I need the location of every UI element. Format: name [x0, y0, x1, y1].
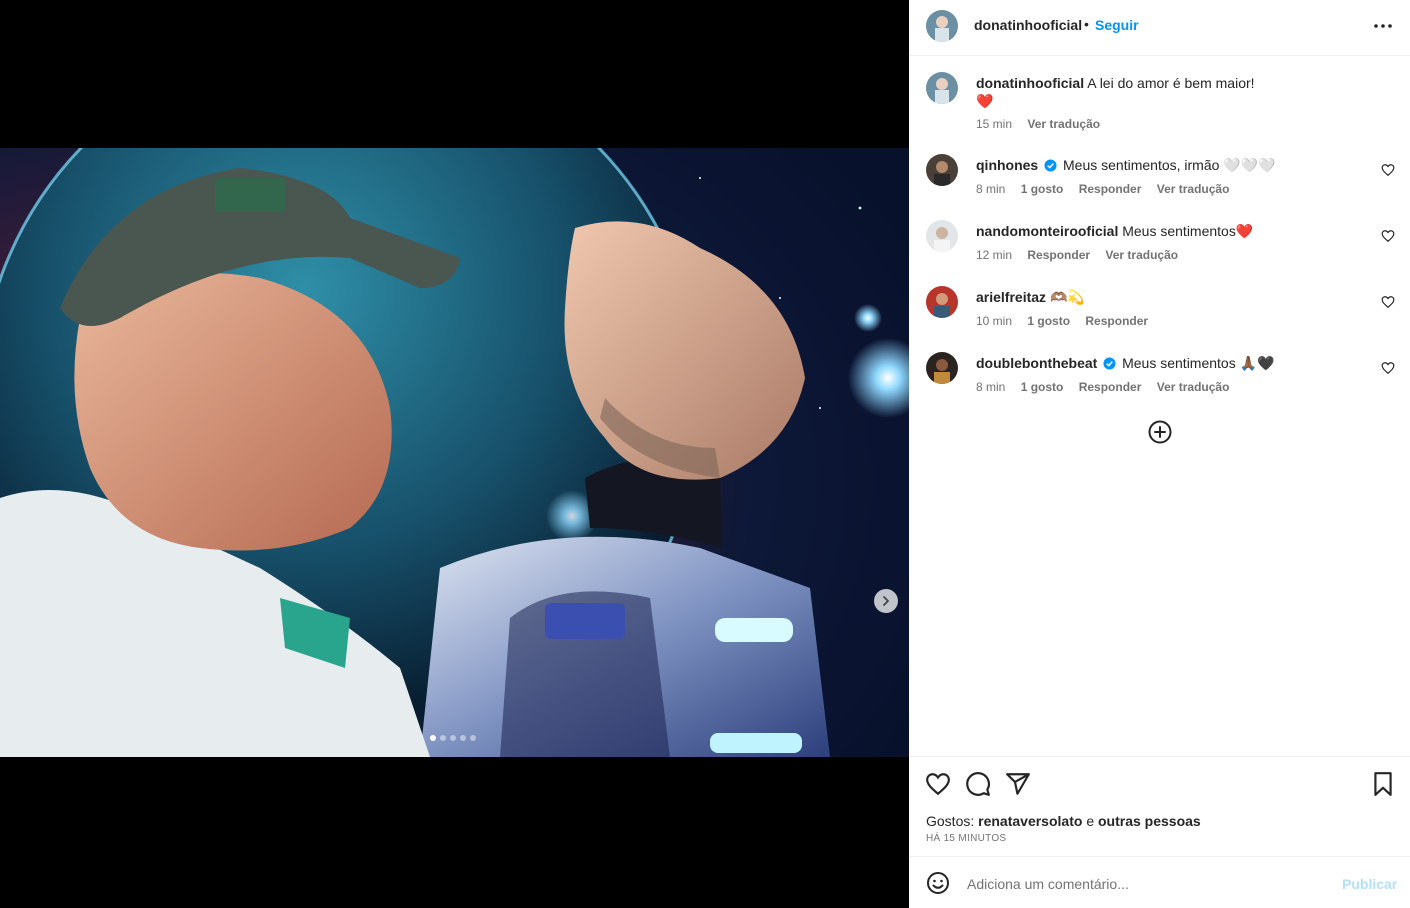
more-icon: [1374, 24, 1392, 28]
heart-icon[interactable]: [1381, 163, 1395, 177]
likes-user-link[interactable]: renataversolato: [978, 813, 1082, 829]
heart-icon[interactable]: [925, 771, 951, 797]
carousel-dot: [450, 735, 456, 741]
post-media: [0, 0, 909, 908]
comment-time[interactable]: 12 min: [976, 248, 1012, 262]
comment-username[interactable]: arielfreitaz: [976, 289, 1046, 305]
comment-input[interactable]: [965, 871, 1329, 897]
post-timestamp[interactable]: HÁ 15 MINUTOS: [926, 833, 1006, 844]
verified-icon: [1103, 357, 1116, 370]
likes-others-link[interactable]: outras pessoas: [1098, 813, 1201, 829]
post-photo[interactable]: [0, 148, 909, 757]
likes-connector: e: [1086, 813, 1095, 829]
comment-composer: Publicar: [909, 856, 1410, 908]
post-side-panel: donatinhooficial • Seguir donatinhoofici…: [909, 0, 1410, 908]
reply-button[interactable]: Responder: [1085, 314, 1148, 328]
bookmark-icon[interactable]: [1370, 771, 1396, 797]
translate-button[interactable]: Ver tradução: [1105, 248, 1178, 262]
verified-icon: [1044, 159, 1057, 172]
comment-meta: 12 min Responder Ver tradução: [976, 248, 1190, 262]
avatar[interactable]: [926, 10, 958, 42]
avatar[interactable]: [926, 352, 958, 384]
carousel-dot: [430, 735, 436, 741]
comment-likes[interactable]: 1 gosto: [1021, 380, 1064, 394]
comment-text: arielfreitaz 🫶🏽💫: [976, 288, 1366, 306]
more-options-button[interactable]: [1371, 16, 1395, 36]
carousel-indicators: [430, 735, 476, 741]
avatar[interactable]: [926, 72, 958, 104]
publish-button[interactable]: Publicar: [1342, 876, 1397, 892]
comment-body: Meus sentimentos 🙏🏾🖤: [1122, 355, 1275, 371]
carousel-dot: [470, 735, 476, 741]
carousel-next-button[interactable]: [874, 589, 898, 613]
caption-translate-button[interactable]: Ver tradução: [1027, 117, 1100, 131]
comment-time[interactable]: 8 min: [976, 380, 1005, 394]
comment-meta: 10 min 1 gosto Responder: [976, 314, 1160, 328]
comment-likes[interactable]: 1 gosto: [1021, 182, 1064, 196]
caption-username[interactable]: donatinhooficial: [976, 75, 1084, 91]
translate-button[interactable]: Ver tradução: [1157, 182, 1230, 196]
reply-button[interactable]: Responder: [1027, 248, 1090, 262]
comments-list: donatinhooficial A lei do amor é bem mai…: [909, 56, 1410, 756]
comment-username[interactable]: qinhones: [976, 157, 1038, 173]
avatar[interactable]: [926, 154, 958, 186]
likes-summary: Gostos: renataversolato e outras pessoas: [926, 813, 1201, 829]
comment-username[interactable]: nandomonteirooficial: [976, 223, 1118, 239]
comment-username[interactable]: doublebonthebeat: [976, 355, 1097, 371]
comment-meta: 8 min 1 gosto Responder Ver tradução: [976, 182, 1241, 196]
translate-button[interactable]: Ver tradução: [1157, 380, 1230, 394]
comment-likes[interactable]: 1 gosto: [1027, 314, 1070, 328]
reply-button[interactable]: Responder: [1079, 182, 1142, 196]
post-actions: Gostos: renataversolato e outras pessoas…: [909, 756, 1410, 856]
comment-text: nandomonteirooficial Meus sentimentos❤️: [976, 222, 1366, 240]
heart-icon[interactable]: [1381, 295, 1395, 309]
comment-meta: 8 min 1 gosto Responder Ver tradução: [976, 380, 1241, 394]
heart-icon[interactable]: [1381, 361, 1395, 375]
carousel-dot: [460, 735, 466, 741]
comment-text: qinhones Meus sentimentos, irmão 🤍🤍🤍: [976, 156, 1366, 174]
comment-text: doublebonthebeat Meus sentimentos 🙏🏾🖤: [976, 354, 1366, 372]
post-header: donatinhooficial • Seguir: [909, 0, 1410, 56]
load-more-comments-button[interactable]: [1148, 420, 1172, 444]
heart-icon[interactable]: [1381, 229, 1395, 243]
post-username[interactable]: donatinhooficial: [974, 17, 1082, 33]
comment-body: 🫶🏽💫: [1049, 289, 1085, 305]
caption-emoji: ❤️: [976, 93, 994, 109]
comment-time[interactable]: 8 min: [976, 182, 1005, 196]
comment-time[interactable]: 10 min: [976, 314, 1012, 328]
chevron-right-icon: [883, 596, 889, 606]
avatar[interactable]: [926, 220, 958, 252]
avatar[interactable]: [926, 286, 958, 318]
photo-illustration: [0, 148, 909, 757]
caption-time[interactable]: 15 min: [976, 117, 1012, 131]
comment-body: Meus sentimentos❤️: [1122, 223, 1254, 239]
caption-text: donatinhooficial A lei do amor é bem mai…: [976, 74, 1366, 110]
follow-button[interactable]: Seguir: [1095, 17, 1139, 33]
caption-meta: 15 min Ver tradução: [976, 117, 1112, 131]
caption-body: A lei do amor é bem maior!: [1087, 75, 1255, 91]
share-icon[interactable]: [1005, 771, 1031, 797]
reply-button[interactable]: Responder: [1079, 380, 1142, 394]
emoji-icon[interactable]: [926, 871, 950, 895]
carousel-dot: [440, 735, 446, 741]
comment-icon[interactable]: [965, 771, 991, 797]
add-circle-icon: [1148, 420, 1172, 444]
likes-prefix: Gostos:: [926, 813, 975, 829]
comment-body: Meus sentimentos, irmão 🤍🤍🤍: [1063, 157, 1276, 173]
separator-dot: •: [1084, 16, 1089, 32]
